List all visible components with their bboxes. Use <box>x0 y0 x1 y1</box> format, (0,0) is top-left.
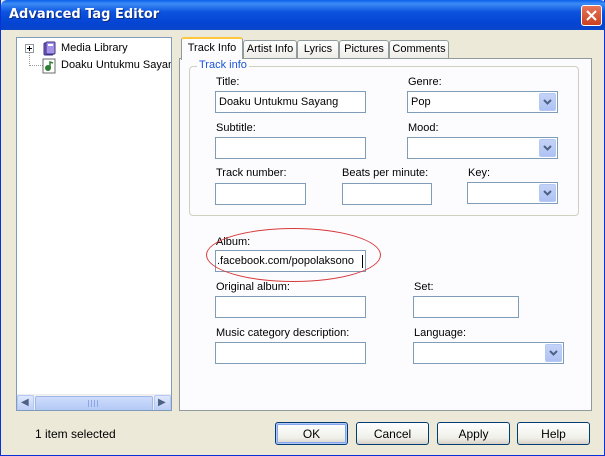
tab-lyrics[interactable]: Lyrics <box>297 40 339 59</box>
cancel-button[interactable]: Cancel <box>356 422 429 445</box>
title-value: Doaku Untukmu Sayang <box>219 96 339 108</box>
key-dropdown[interactable] <box>467 182 558 204</box>
album-field[interactable]: .facebook.com/popolaksono <box>215 250 366 272</box>
ok-button[interactable]: OK <box>275 422 348 445</box>
chevron-left-icon: ◀ <box>21 397 29 408</box>
window-title: Advanced Tag Editor <box>9 7 160 22</box>
mood-label: Mood: <box>408 122 439 134</box>
tree-item-track[interactable]: Doaku Untukmu Sayang <box>17 57 171 75</box>
key-label: Key: <box>468 167 491 179</box>
track-number-label: Track number: <box>216 167 287 179</box>
tree-horizontal-scrollbar[interactable]: ◀ ▶ <box>17 394 171 410</box>
dropdown-button[interactable] <box>539 93 556 111</box>
chevron-down-icon <box>543 145 552 151</box>
album-label: Album: <box>216 236 251 248</box>
dropdown-button[interactable] <box>539 184 556 202</box>
language-dropdown[interactable] <box>413 342 564 364</box>
tab-label: Pictures <box>344 43 384 55</box>
button-label: OK <box>302 427 321 441</box>
button-label: Help <box>541 427 566 441</box>
title-field[interactable]: Doaku Untukmu Sayang <box>215 91 366 113</box>
bpm-field[interactable] <box>342 183 432 205</box>
audio-file-icon <box>42 58 56 74</box>
language-label: Language: <box>414 327 466 339</box>
library-icon <box>43 41 56 56</box>
close-button[interactable] <box>581 5 602 26</box>
album-value: .facebook.com/popolaksono <box>217 255 354 267</box>
button-label: Cancel <box>373 427 412 441</box>
genre-dropdown[interactable]: Pop <box>407 91 558 113</box>
text-cursor <box>362 255 363 268</box>
close-icon <box>586 10 597 21</box>
subtitle-field[interactable] <box>215 137 366 159</box>
tab-pictures[interactable]: Pictures <box>339 40 389 59</box>
chevron-down-icon <box>543 99 552 105</box>
music-category-field[interactable] <box>215 342 366 364</box>
tab-track-info[interactable]: Track Info <box>181 37 243 60</box>
tab-comments[interactable]: Comments <box>389 40 449 59</box>
original-album-label: Original album: <box>216 281 290 293</box>
tab-artist-info[interactable]: Artist Info <box>243 40 297 59</box>
tab-label: Comments <box>392 43 446 55</box>
original-album-field[interactable] <box>215 296 366 318</box>
bpm-label: Beats per minute: <box>342 167 429 179</box>
scroll-left-button[interactable]: ◀ <box>17 395 34 410</box>
dropdown-button[interactable] <box>545 344 562 362</box>
mood-dropdown[interactable] <box>407 137 558 159</box>
subtitle-label: Subtitle: <box>216 122 256 134</box>
title-bar[interactable]: Advanced Tag Editor <box>1 0 605 30</box>
status-text: 1 item selected <box>35 427 116 441</box>
tab-label: Lyrics <box>303 43 333 55</box>
dropdown-button[interactable] <box>539 139 556 157</box>
tree-item-label: Media Library <box>61 42 128 54</box>
apply-button[interactable]: Apply <box>437 422 510 445</box>
expand-icon[interactable] <box>25 44 34 53</box>
tab-label: Track Info <box>187 42 237 54</box>
grip-icon <box>88 400 100 407</box>
chevron-down-icon <box>543 190 552 196</box>
group-title: Track info <box>197 59 249 71</box>
tab-label: Artist Info <box>246 43 294 55</box>
chevron-down-icon <box>549 350 558 356</box>
button-label: Apply <box>458 427 489 441</box>
music-category-label: Music category description: <box>216 327 350 339</box>
library-tree[interactable]: Media Library Doaku Untukmu Sayang ◀ ▶ <box>16 37 172 411</box>
help-button[interactable]: Help <box>517 422 590 445</box>
scroll-thumb[interactable] <box>35 396 153 410</box>
advanced-tag-editor-window: Advanced Tag Editor Media Library Doaku … <box>0 0 605 456</box>
genre-value: Pop <box>411 96 431 108</box>
set-label: Set: <box>414 281 434 293</box>
chevron-right-icon: ▶ <box>158 397 166 408</box>
track-number-field[interactable] <box>215 183 306 205</box>
tree-item-media-library[interactable]: Media Library <box>17 40 171 58</box>
tree-item-label: Doaku Untukmu Sayang <box>61 59 172 71</box>
title-label: Title: <box>216 76 240 88</box>
genre-label: Genre: <box>408 76 442 88</box>
set-field[interactable] <box>413 296 519 318</box>
scroll-right-button[interactable]: ▶ <box>154 395 171 410</box>
